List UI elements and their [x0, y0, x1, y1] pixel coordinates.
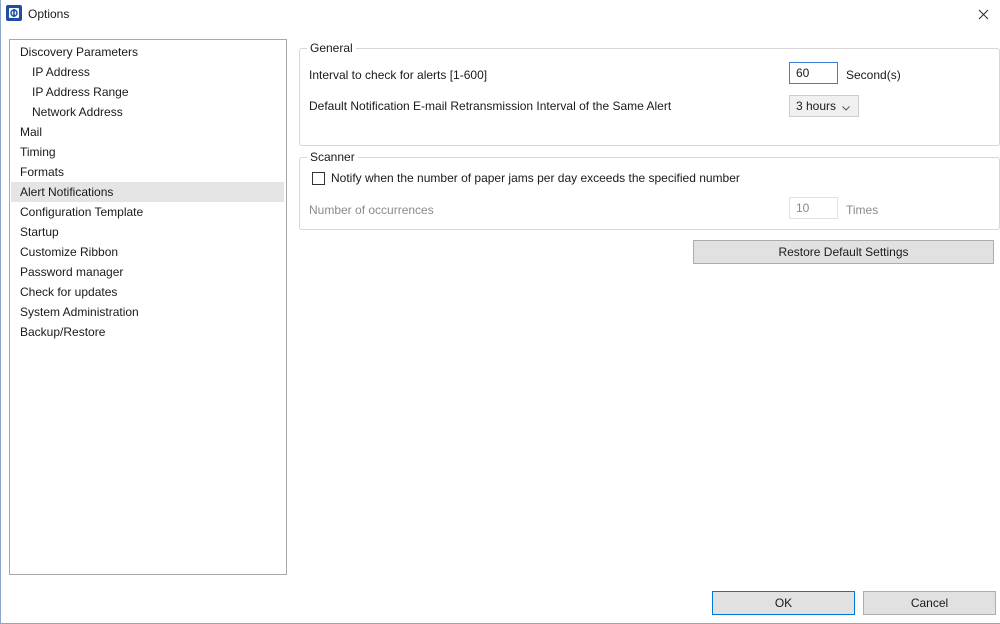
general-group-title: General — [307, 41, 356, 55]
window-title: Options — [28, 7, 70, 21]
cancel-button[interactable]: Cancel — [863, 591, 996, 615]
nav-item-alert-notifications[interactable]: Alert Notifications — [11, 182, 284, 202]
nav-item-system-administration[interactable]: System Administration — [11, 302, 284, 322]
nav-item-customize-ribbon[interactable]: Customize Ribbon — [11, 242, 284, 262]
options-nav-tree[interactable]: Discovery Parameters IP Address IP Addre… — [9, 39, 287, 575]
nav-item-ip-address[interactable]: IP Address — [11, 62, 284, 82]
title-bar: Options — [1, 0, 1000, 28]
close-icon — [978, 9, 988, 19]
nav-item-mail[interactable]: Mail — [11, 122, 284, 142]
nav-item-discovery-parameters[interactable]: Discovery Parameters — [11, 42, 284, 62]
general-group: General Interval to check for alerts [1-… — [299, 41, 1000, 146]
retransmission-interval-select[interactable]: 3 hours — [789, 95, 859, 117]
app-icon — [6, 5, 22, 21]
nav-item-network-address[interactable]: Network Address — [11, 102, 284, 122]
ok-button[interactable]: OK — [712, 591, 855, 615]
nav-item-startup[interactable]: Startup — [11, 222, 284, 242]
alert-interval-input[interactable]: 60 — [789, 62, 838, 84]
alert-interval-unit: Second(s) — [846, 68, 901, 82]
close-button[interactable] — [966, 0, 1000, 28]
scanner-group-title: Scanner — [307, 150, 358, 164]
nav-item-configuration-template[interactable]: Configuration Template — [11, 202, 284, 222]
restore-default-settings-button[interactable]: Restore Default Settings — [693, 240, 994, 264]
retransmission-interval-value: 3 hours — [796, 99, 837, 113]
nav-item-password-manager[interactable]: Password manager — [11, 262, 284, 282]
nav-item-formats[interactable]: Formats — [11, 162, 284, 182]
nav-item-timing[interactable]: Timing — [11, 142, 284, 162]
options-dialog: Options Discovery Parameters IP Address … — [0, 0, 1000, 624]
nav-item-backup-restore[interactable]: Backup/Restore — [11, 322, 284, 342]
paper-jam-notify-label[interactable]: Notify when the number of paper jams per… — [331, 171, 740, 185]
retransmission-interval-label: Default Notification E-mail Retransmissi… — [309, 99, 672, 113]
scanner-group: Scanner Notify when the number of paper … — [299, 150, 1000, 230]
nav-item-check-for-updates[interactable]: Check for updates — [11, 282, 284, 302]
paper-jam-notify-checkbox[interactable] — [312, 172, 325, 185]
chevron-down-icon — [842, 97, 850, 117]
nav-item-ip-address-range[interactable]: IP Address Range — [11, 82, 284, 102]
occurrences-input[interactable]: 10 — [789, 197, 838, 219]
alert-interval-label: Interval to check for alerts [1-600] — [309, 68, 488, 82]
occurrences-unit: Times — [846, 203, 879, 217]
occurrences-label: Number of occurrences — [309, 203, 434, 217]
